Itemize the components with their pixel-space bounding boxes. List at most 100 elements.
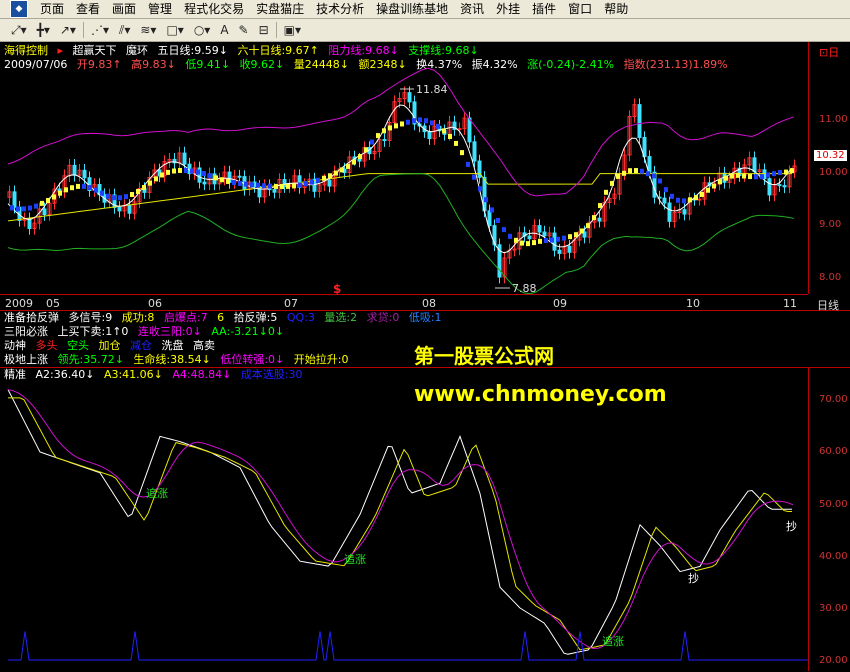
candle-body <box>597 217 602 222</box>
trend-dot <box>394 123 398 129</box>
trend-dot <box>274 183 278 189</box>
erase-icon[interactable]: ✎ <box>234 20 254 40</box>
trend-dot <box>634 168 638 174</box>
menu-screen[interactable]: 画面 <box>106 0 142 18</box>
trend-dot <box>544 237 548 243</box>
trend-dot <box>40 200 44 206</box>
indicator-row-4[interactable]: 极地上涨 领先:35.72↓ 生命线:38.54↓ 低位转强:0↓ 开始拉升:0 <box>4 353 354 366</box>
candle-body <box>647 156 652 173</box>
candle-body <box>27 218 32 229</box>
menu-tech-analysis[interactable]: 技术分析 <box>310 0 370 18</box>
menu-page[interactable]: 页面 <box>34 0 70 18</box>
trend-dot <box>490 207 494 213</box>
fan-line-icon[interactable]: ⋰▾ <box>86 20 114 40</box>
trend-dot <box>418 117 422 123</box>
ellipse-icon[interactable]: ○▾ <box>189 20 216 40</box>
menu-program-trade[interactable]: 程式化交易 <box>178 0 250 18</box>
trend-dot <box>478 186 482 192</box>
trend-dot <box>508 233 512 239</box>
trend-dot <box>628 168 632 174</box>
trend-dot <box>382 128 386 134</box>
pin-icon[interactable]: ⊡日 <box>819 44 839 60</box>
trend-dot <box>718 179 722 185</box>
parallel-icon[interactable]: ≋▾ <box>135 20 161 40</box>
trend-dot <box>658 178 662 184</box>
trend-dot <box>388 125 392 131</box>
trend-dot <box>532 240 536 246</box>
menu-bar: ◆ 页面 查看 画面 管理 程式化交易 实盘猫庄 技术分析 操盘训练基地 资讯 … <box>0 0 850 19</box>
trend-dot <box>334 170 338 176</box>
trend-dot <box>328 173 332 179</box>
zoom-icon[interactable]: ⤢▾ <box>6 20 32 40</box>
trend-dot <box>190 168 194 174</box>
menu-news[interactable]: 资讯 <box>454 0 490 18</box>
price-axis: ⊡日 11.00 10.00 9.00 8.00 10.32 <box>808 42 850 294</box>
candle-body <box>467 117 472 143</box>
trend-dot <box>106 193 110 199</box>
trend-dot <box>232 180 236 186</box>
menu-manage[interactable]: 管理 <box>142 0 178 18</box>
trend-dot <box>592 215 596 221</box>
period-label[interactable]: 日线 <box>817 297 839 313</box>
trend-dot <box>442 128 446 134</box>
trend-dot <box>310 179 314 185</box>
trend-dot <box>214 175 218 181</box>
cross-icon[interactable]: ╋▾ <box>32 20 55 40</box>
trend-dot <box>682 198 686 204</box>
candle-body <box>72 164 77 176</box>
lower-indicator-panel[interactable]: 精准 A2:36.40↓ A3:41.06↓ A4:48.84↓ 成本选股:30… <box>0 367 808 672</box>
candle-body <box>202 181 207 185</box>
trend-dot <box>586 223 590 229</box>
trend-dot <box>160 172 164 178</box>
signal-label-1: 追涨 <box>146 487 168 500</box>
trend-dot <box>574 232 578 238</box>
trend-dot <box>454 140 458 146</box>
trend-dot <box>148 180 152 186</box>
rectangle-icon[interactable]: □▾ <box>161 20 188 40</box>
menu-plugins[interactable]: 插件 <box>526 0 562 18</box>
candle-body <box>117 206 122 212</box>
trend-dot <box>466 161 470 167</box>
indicator-row-3[interactable]: 动神 多头 空头 加仓 减仓 洗盘 高卖 <box>4 339 221 352</box>
trend-dot <box>70 185 74 191</box>
menu-training[interactable]: 操盘训练基地 <box>370 0 454 18</box>
line-tool-icon[interactable]: ↗▾ <box>55 20 81 40</box>
trend-dot <box>196 169 200 175</box>
menu-plugin-ext[interactable]: 外挂 <box>490 0 526 18</box>
trend-dot <box>352 159 356 165</box>
save-icon[interactable]: ▣▾ <box>279 20 306 40</box>
lock-icon[interactable]: ⊟ <box>254 20 274 40</box>
trend-dot <box>346 163 350 169</box>
indicator-rows: 准备拾反弹 多信号:9 成功:8 启爆点:7 6 拾反弹:5 QQ:3 量选:2… <box>0 311 808 367</box>
app-icon: ◆ <box>10 0 28 18</box>
indicator-row-2[interactable]: 三阳必涨 上买下卖:1↑0 连收三阳:0↓ AA:-3.21↓0↓ <box>4 325 290 338</box>
channel-icon[interactable]: ⫽▾ <box>114 20 135 40</box>
trend-dot <box>484 197 488 203</box>
candle-body <box>12 191 17 208</box>
menu-view[interactable]: 查看 <box>70 0 106 18</box>
trend-dot <box>238 180 242 186</box>
trend-dot <box>730 173 734 179</box>
menu-window[interactable]: 窗口 <box>562 0 598 18</box>
trend-dot <box>376 133 380 139</box>
trend-dot <box>94 187 98 193</box>
menu-realtime[interactable]: 实盘猫庄 <box>250 0 310 18</box>
trend-dot <box>664 187 668 193</box>
trend-dot <box>208 173 212 179</box>
trend-dot <box>580 228 584 234</box>
trend-dot <box>34 203 38 209</box>
text-tool-icon[interactable]: A <box>215 20 233 40</box>
trend-dot <box>262 183 266 189</box>
high-label: 11.84 <box>416 83 448 96</box>
trend-dot <box>448 133 452 139</box>
candle-body <box>457 128 462 131</box>
indicator-row-1[interactable]: 准备拾反弹 多信号:9 成功:8 启爆点:7 6 拾反弹:5 QQ:3 量选:2… <box>4 311 448 324</box>
price-panel[interactable]: 海得控制 ▸ 超赢天下 魔环 五日线:9.59↓ 六十日线:9.67↑ 阻力线:… <box>0 42 808 296</box>
trend-dot <box>778 170 782 176</box>
trend-dot <box>256 182 260 188</box>
trend-dot <box>550 237 554 243</box>
menu-help[interactable]: 帮助 <box>598 0 634 18</box>
candle-body <box>697 198 702 201</box>
candle-body <box>557 249 562 254</box>
trend-dot <box>514 237 518 243</box>
